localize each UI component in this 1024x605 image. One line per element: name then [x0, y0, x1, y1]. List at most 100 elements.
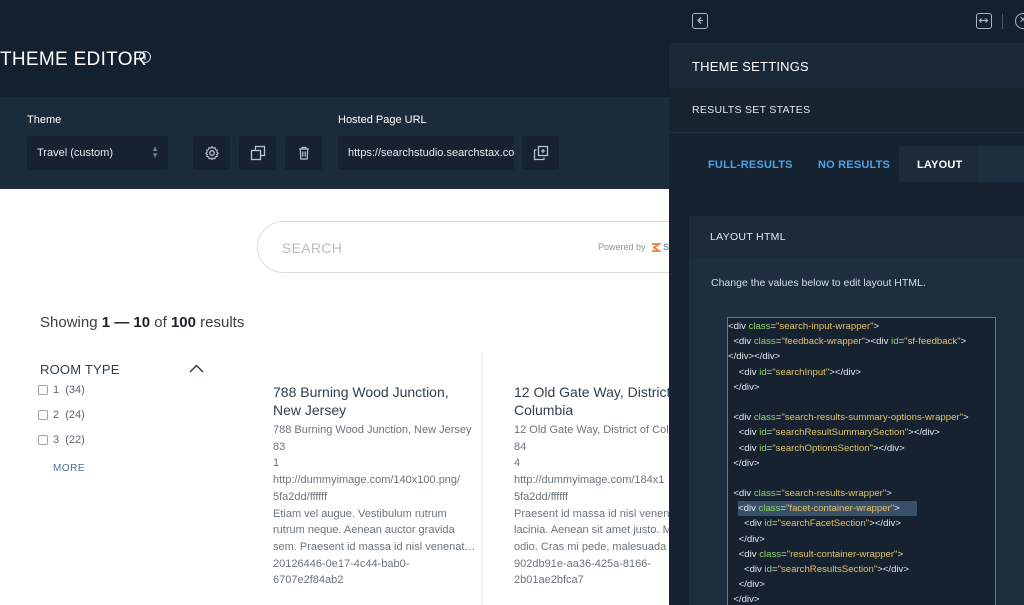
- chevron-up-icon[interactable]: [189, 364, 204, 373]
- panel-title-bar: THEME SETTINGS: [669, 43, 1024, 88]
- copy-url-button[interactable]: [522, 136, 559, 170]
- result-divider: [481, 353, 483, 605]
- code-line[interactable]: <div class="search-input-wrapper">: [728, 319, 995, 334]
- layout-html-title: LAYOUT HTML: [710, 231, 786, 243]
- results-summary: Showing 1 — 10 of 100 results: [40, 314, 244, 331]
- select-arrows-icon: ▲ ▼: [151, 144, 159, 160]
- searchstax-logo: [652, 243, 662, 253]
- info-icon[interactable]: i: [139, 51, 151, 63]
- theme-select-value: Travel (custom): [37, 147, 113, 159]
- facet-more-link[interactable]: MORE: [53, 463, 85, 474]
- code-line[interactable]: </div>: [728, 592, 995, 605]
- code-line[interactable]: </div>: [728, 456, 995, 471]
- theme-select[interactable]: Travel (custom) ▲ ▼: [27, 136, 168, 170]
- layout-html-description: Change the values below to edit layout H…: [711, 277, 926, 289]
- hosted-url-label: Hosted Page URL: [338, 114, 427, 126]
- result-field: 4: [514, 457, 521, 470]
- code-line[interactable]: </div>: [728, 532, 995, 547]
- result-field: rutrum neque. Aenean auctor gravida: [273, 524, 455, 537]
- code-line[interactable]: <div id="searchInput"></div>: [728, 365, 995, 380]
- copy-url-icon: [533, 145, 549, 161]
- result-field: 1: [273, 457, 280, 470]
- layout-html-body: Change the values below to edit layout H…: [689, 258, 1024, 605]
- result-title-line: 12 Old Gate Way, District of: [514, 384, 669, 400]
- close-icon[interactable]: ✕: [1015, 13, 1024, 29]
- result-field: lacinia. Aenean sit amet justo. M: [514, 524, 669, 537]
- section-header[interactable]: RESULTS SET STATES: [669, 88, 1024, 133]
- theme-settings-panel: ✕ THEME SETTINGS RESULTS SET STATES FULL…: [669, 0, 1024, 605]
- checkbox[interactable]: [38, 410, 48, 420]
- layout-html-editor[interactable]: <div class="search-input-wrapper"> <div …: [727, 317, 996, 605]
- collapse-panel-icon[interactable]: [692, 13, 708, 29]
- facet-option-label: 3: [53, 434, 60, 446]
- theme-settings-button[interactable]: [193, 136, 230, 170]
- code-line[interactable]: [728, 471, 995, 486]
- powered-by-label: Powered by: [598, 242, 646, 252]
- code-line[interactable]: <div class="search-results-wrapper">: [728, 486, 995, 501]
- hosted-url-field[interactable]: https://searchstudio.searchstax.com: [338, 136, 514, 170]
- code-line[interactable]: <div id="searchResultSummarySection"></d…: [728, 425, 995, 440]
- result-title[interactable]: 12 Old Gate Way, District of Columbia: [514, 383, 669, 419]
- section-title: RESULTS SET STATES: [692, 104, 811, 116]
- copy-icon: [250, 145, 266, 161]
- code-line[interactable]: <div class="result-container-wrapper">: [728, 547, 995, 562]
- result-field: 2b01ae2bfca7: [514, 574, 584, 587]
- code-line[interactable]: </div>: [728, 380, 995, 395]
- search-box[interactable]: SEARCH Powered by SE: [257, 221, 717, 273]
- tab-layout[interactable]: LAYOUT: [917, 159, 962, 171]
- code-line[interactable]: <div class="search-results-summary-optio…: [728, 410, 995, 425]
- trash-icon: [299, 146, 309, 160]
- delete-theme-button[interactable]: [285, 136, 322, 170]
- facet-option[interactable]: 2 (24): [38, 409, 85, 421]
- code-line[interactable]: <div class="facet-container-wrapper">: [738, 501, 917, 517]
- tab-full-results[interactable]: FULL-RESULTS: [708, 159, 793, 171]
- result-field: 83: [273, 440, 286, 453]
- theme-label: Theme: [27, 114, 62, 126]
- summary-mid: of: [150, 314, 171, 331]
- result-field: odio. Cras mi pede, malesuada i: [514, 540, 669, 553]
- code-line[interactable]: <div class="feedback-wrapper"><div id="s…: [728, 334, 995, 349]
- facet-option-count: (22): [65, 434, 85, 446]
- summary-suffix: results: [195, 314, 245, 331]
- facet-option[interactable]: 3 (22): [38, 434, 85, 446]
- result-title-line: New Jersey: [273, 402, 347, 418]
- result-title-line: 788 Burning Wood Junction,: [273, 384, 449, 400]
- result-card[interactable]: 788 Burning Wood Junction, New Jersey 788…: [273, 383, 478, 589]
- result-field: 788 Burning Wood Junction, New Jersey: [273, 424, 472, 436]
- facet-option-label: 2: [53, 409, 60, 421]
- code-line[interactable]: </div>: [728, 577, 995, 592]
- result-title[interactable]: 788 Burning Wood Junction, New Jersey: [273, 383, 478, 419]
- result-field: 84: [514, 440, 527, 453]
- expand-icon[interactable]: [976, 13, 992, 29]
- summary-range: 1 — 10: [101, 314, 151, 331]
- panel-title: THEME SETTINGS: [692, 59, 809, 74]
- hosted-url-value: https://searchstudio.searchstax.com: [348, 147, 514, 159]
- search-placeholder: SEARCH: [282, 240, 343, 256]
- result-field: Praesent id massa id nisl venenatis: [514, 507, 669, 520]
- gear-icon: [205, 145, 219, 161]
- page-title: THEME EDITOR: [0, 49, 147, 70]
- facet-title: ROOM TYPE: [40, 362, 120, 377]
- result-field: 5fa2dd/ffffff: [514, 490, 569, 503]
- code-line[interactable]: <div id="searchFacetSection"></div>: [728, 516, 995, 531]
- result-field: 6707e2f84ab2: [273, 574, 344, 587]
- code-line[interactable]: <div id="searchOptionsSection"></div>: [728, 441, 995, 456]
- tab-no-results[interactable]: NO RESULTS: [818, 159, 890, 171]
- result-field: http://dummyimage.com/140x100.png/: [273, 474, 461, 487]
- result-card[interactable]: 12 Old Gate Way, District of Columbia 12 …: [514, 383, 669, 605]
- result-field: 20126446-0e17-4c44-bab0-: [273, 557, 410, 570]
- checkbox[interactable]: [38, 385, 48, 395]
- result-title-line: Columbia: [514, 402, 574, 418]
- code-line[interactable]: </div></div>: [728, 349, 995, 364]
- facet-option[interactable]: 1 (34): [38, 384, 85, 396]
- code-line[interactable]: [728, 395, 995, 410]
- duplicate-theme-button[interactable]: [239, 136, 276, 170]
- code-line[interactable]: <div id="searchResultsSection"></div>: [728, 562, 995, 577]
- checkbox[interactable]: [38, 435, 48, 445]
- summary-total: 100: [170, 314, 196, 331]
- result-field: http://dummyimage.com/184x1: [514, 474, 665, 487]
- powered-by: Powered by SE: [598, 242, 675, 253]
- layout-html-header[interactable]: LAYOUT HTML: [689, 216, 1024, 258]
- facet-option-count: (24): [65, 409, 85, 421]
- summary-prefix: Showing: [40, 314, 102, 331]
